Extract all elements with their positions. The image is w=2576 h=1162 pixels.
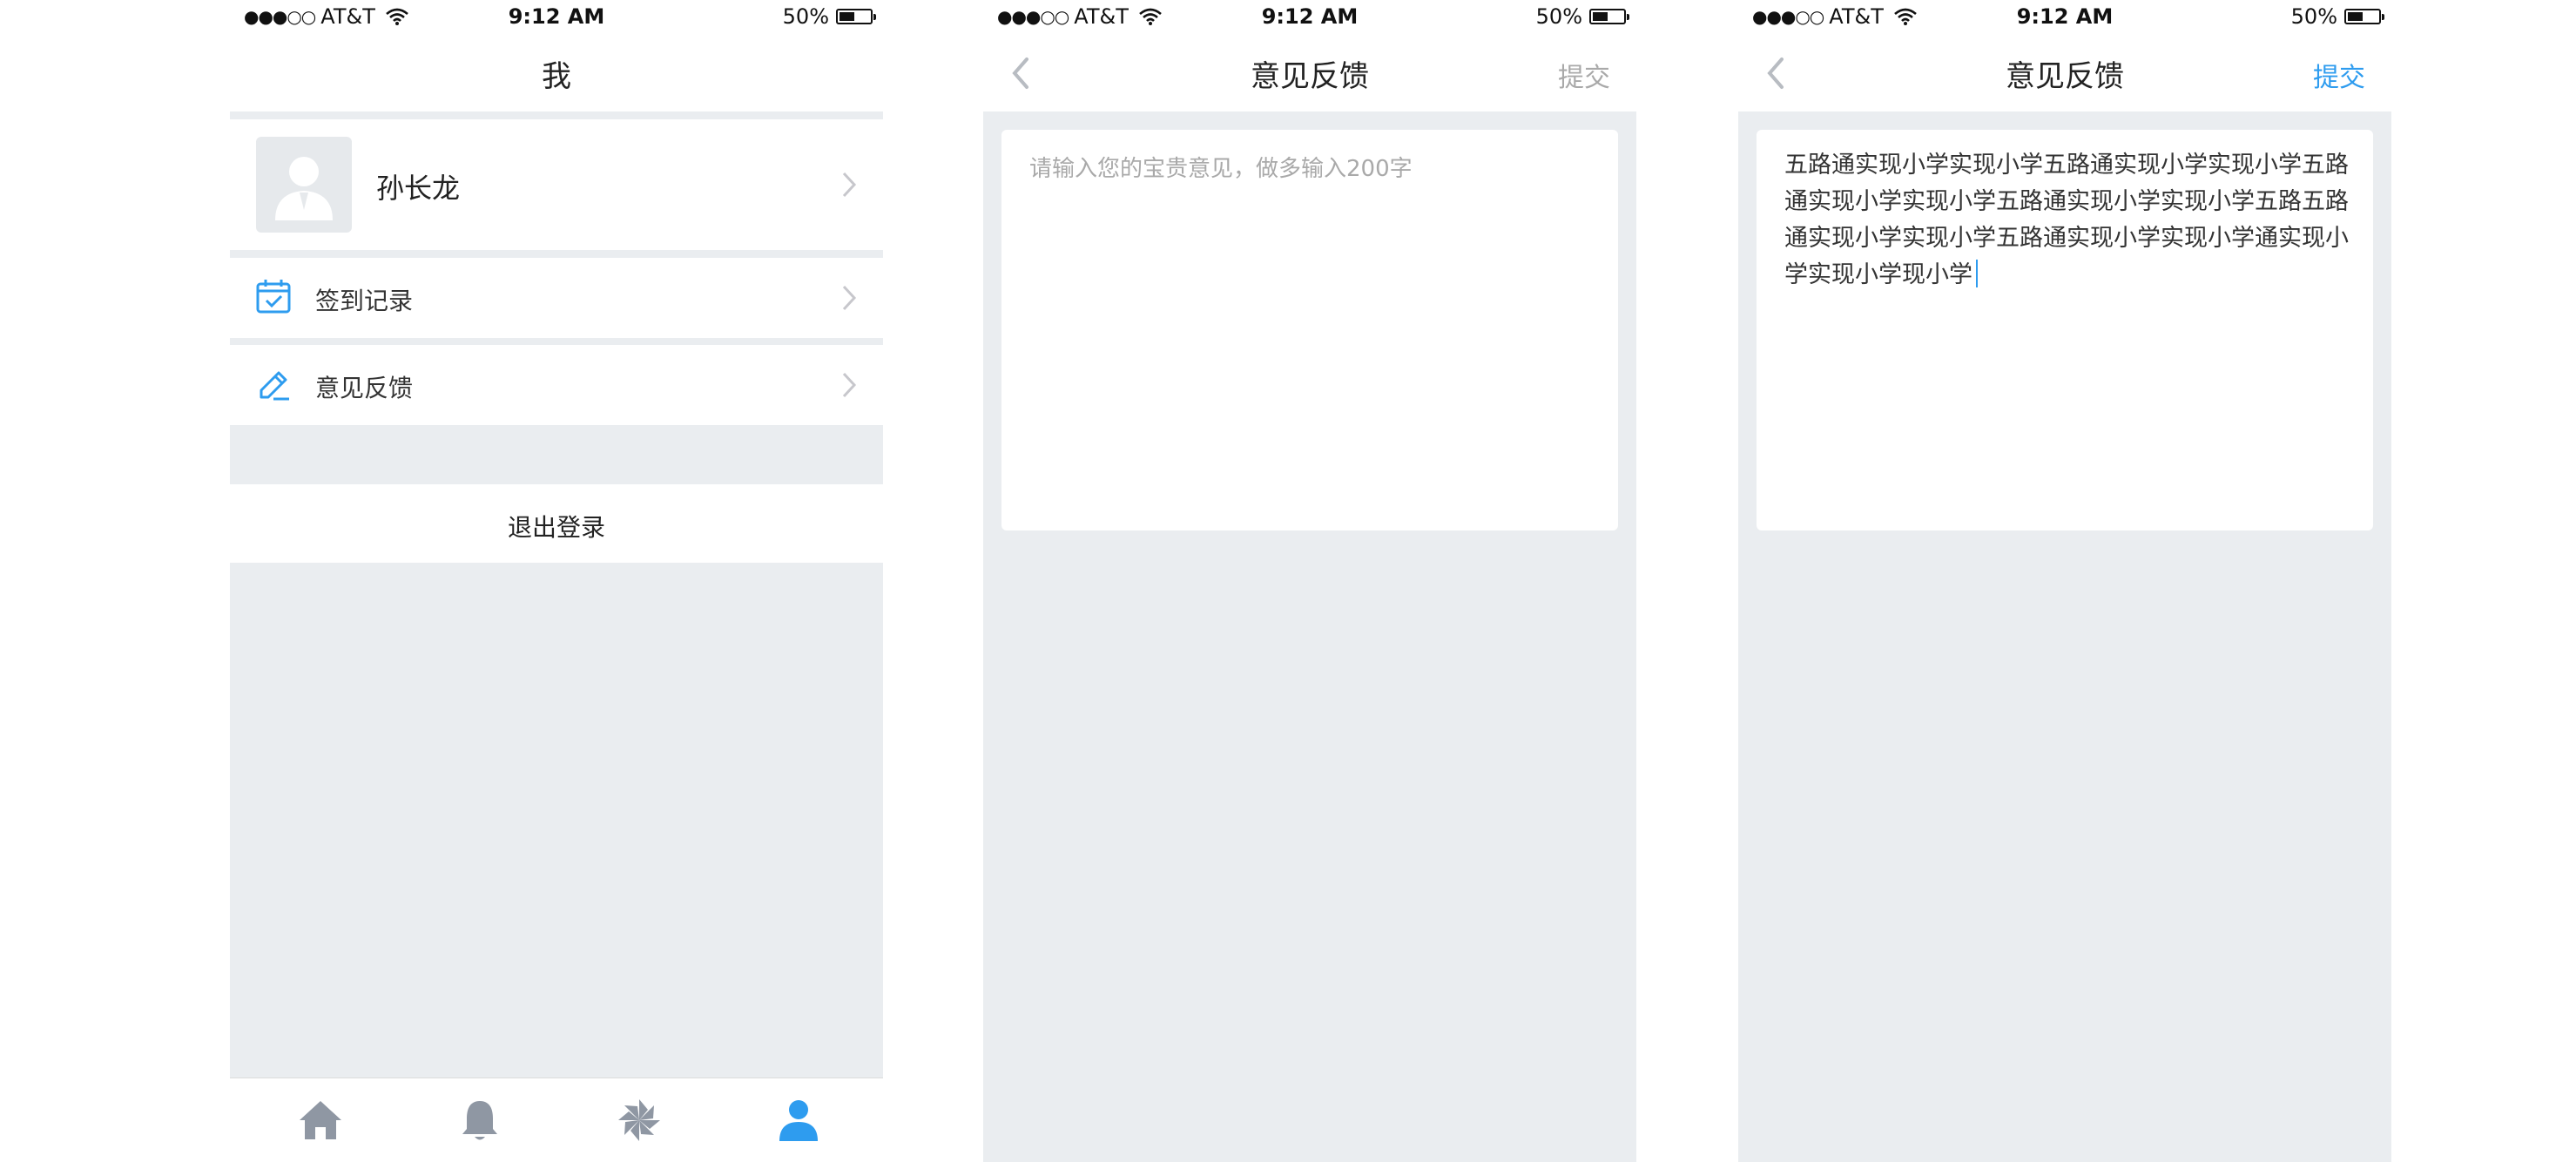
- menu-item-feedback[interactable]: 意见反馈: [230, 345, 883, 425]
- battery-percent: 50%: [1535, 4, 1582, 29]
- profile-card[interactable]: 孙长龙: [230, 119, 883, 250]
- feedback-textarea[interactable]: 五路通实现小学实现小学五路通实现小学实现小学五路通实现小学实现小学五路通实现小学…: [1757, 130, 2373, 530]
- nav-bar: 我: [230, 35, 883, 111]
- page-title: 意见反馈: [1251, 59, 1369, 94]
- battery-icon: [1589, 9, 1629, 24]
- nav-bar: 意见反馈 提交: [983, 35, 1636, 111]
- user-avatar-icon: [275, 157, 333, 220]
- menu-item-label: 意见反馈: [315, 374, 414, 402]
- text-caret: [1976, 260, 1978, 287]
- feedback-empty-screen: ●●●○○ AT&T 9:12 AM 50% 意见反馈 提交 请输入您的宝贵意见…: [983, 0, 1636, 1162]
- submit-button[interactable]: 提交: [2313, 56, 2365, 94]
- pencil-edit-icon: [260, 371, 289, 401]
- status-bar: ●●●○○ AT&T 9:12 AM 50%: [1738, 0, 2391, 35]
- profile-screen: ●●●○○ AT&T 9:12 AM 50% 我 孙长龙 签到记录 意见反馈 退…: [230, 0, 883, 1162]
- textarea-placeholder: 请输入您的宝贵意见，做多输入200字: [1029, 156, 1413, 182]
- chevron-right-icon: [842, 172, 857, 198]
- chevron-right-icon: [842, 372, 857, 398]
- battery-icon: [2344, 9, 2384, 24]
- tab-user-icon[interactable]: [772, 1094, 825, 1146]
- page-title: 我: [542, 59, 571, 94]
- menu-item-checkin-records[interactable]: 签到记录: [230, 258, 883, 338]
- user-name: 孙长龙: [376, 172, 461, 205]
- logout-button[interactable]: 退出登录: [230, 484, 883, 563]
- tab-home-icon[interactable]: [294, 1094, 347, 1146]
- nav-bar: 意见反馈 提交: [1738, 35, 2391, 111]
- feedback-filled-screen: ●●●○○ AT&T 9:12 AM 50% 意见反馈 提交 五路通实现小学实现…: [1738, 0, 2391, 1162]
- calendar-check-icon: [256, 280, 291, 314]
- avatar: [256, 137, 352, 233]
- battery-percent: 50%: [782, 4, 829, 29]
- submit-button[interactable]: 提交: [1558, 56, 1610, 94]
- chevron-right-icon: [842, 285, 857, 311]
- menu-item-label: 签到记录: [315, 287, 414, 315]
- page-title: 意见反馈: [2006, 59, 2124, 94]
- tab-pinwheel-icon[interactable]: [613, 1094, 665, 1146]
- logout-label: 退出登录: [507, 513, 605, 542]
- status-bar: ●●●○○ AT&T 9:12 AM 50%: [983, 0, 1636, 35]
- feedback-textarea[interactable]: 请输入您的宝贵意见，做多输入200字: [1001, 130, 1618, 530]
- tab-bell-icon[interactable]: [454, 1094, 506, 1146]
- status-bar: ●●●○○ AT&T 9:12 AM 50%: [230, 0, 883, 35]
- tab-bar: [230, 1078, 883, 1162]
- battery-icon: [836, 9, 876, 24]
- textarea-value: 五路通实现小学实现小学五路通实现小学实现小学五路通实现小学实现小学五路通实现小学…: [1784, 152, 2349, 288]
- battery-percent: 50%: [2290, 4, 2337, 29]
